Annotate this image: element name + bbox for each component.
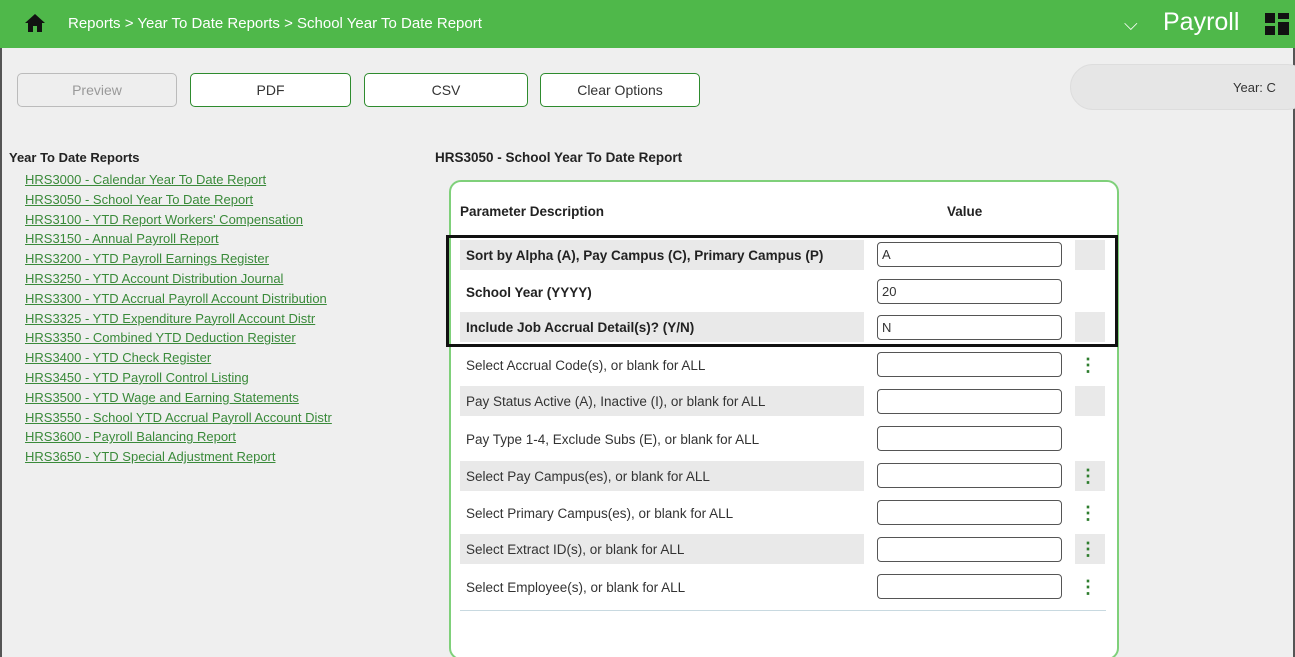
nav-link-hrs3000[interactable]: HRS3000 - Calendar Year To Date Report	[25, 170, 332, 190]
divider	[460, 610, 1106, 611]
nav-link-hrs3600[interactable]: HRS3600 - Payroll Balancing Report	[25, 427, 332, 447]
accrual-code-field[interactable]	[877, 352, 1062, 377]
param-label-pay-status: Pay Status Active (A), Inactive (I), or …	[460, 386, 864, 416]
chevron-down-icon[interactable]: ⌵	[1124, 14, 1138, 35]
param-label-employee: Select Employee(s), or blank for ALL	[466, 579, 686, 595]
nav-link-hrs3500[interactable]: HRS3500 - YTD Wage and Earning Statement…	[25, 388, 332, 408]
extract-id-field[interactable]	[877, 537, 1062, 562]
nav-link-hrs3200[interactable]: HRS3200 - YTD Payroll Earnings Register	[25, 249, 332, 269]
nav-link-hrs3650[interactable]: HRS3650 - YTD Special Adjustment Report	[25, 447, 332, 467]
nav-link-hrs3250[interactable]: HRS3250 - YTD Account Distribution Journ…	[25, 269, 332, 289]
param-label-extract-id: Select Extract ID(s), or blank for ALL	[460, 534, 864, 564]
nav-list: HRS3000 - Calendar Year To Date Report H…	[25, 170, 332, 467]
clear-options-button[interactable]: Clear Options	[540, 73, 700, 107]
more-options-icon[interactable]: ⋮	[1078, 503, 1098, 523]
more-options-icon[interactable]: ⋮	[1078, 577, 1098, 597]
nav-link-hrs3300[interactable]: HRS3300 - YTD Accrual Payroll Account Di…	[25, 289, 332, 309]
more-options-icon[interactable]: ⋮	[1078, 355, 1098, 375]
breadcrumb: Reports > Year To Date Reports > School …	[68, 15, 482, 32]
pay-type-field[interactable]	[877, 426, 1062, 451]
nav-link-hrs3450[interactable]: HRS3450 - YTD Payroll Control Listing	[25, 368, 332, 388]
home-icon[interactable]	[24, 12, 46, 34]
nav-link-hrs3550[interactable]: HRS3550 - School YTD Accrual Payroll Acc…	[25, 408, 332, 428]
nav-link-hrs3050[interactable]: HRS3050 - School Year To Date Report	[25, 190, 332, 210]
preview-button[interactable]: Preview	[17, 73, 177, 107]
param-label-primary-campus: Select Primary Campus(es), or blank for …	[466, 505, 734, 521]
param-label-pay-type: Pay Type 1-4, Exclude Subs (E), or blank…	[466, 431, 760, 447]
nav-link-hrs3100[interactable]: HRS3100 - YTD Report Workers' Compensati…	[25, 210, 332, 230]
pay-status-field[interactable]	[877, 389, 1062, 414]
param-label-pay-campus: Select Pay Campus(es), or blank for ALL	[460, 461, 864, 491]
nav-link-hrs3350[interactable]: HRS3350 - Combined YTD Deduction Registe…	[25, 328, 332, 348]
pdf-button[interactable]: PDF	[190, 73, 351, 107]
column-header-parameter: Parameter Description	[460, 204, 605, 219]
pay-campus-field[interactable]	[877, 463, 1062, 488]
form-title: HRS3050 - School Year To Date Report	[435, 150, 683, 165]
csv-button[interactable]: CSV	[364, 73, 528, 107]
nav-link-hrs3400[interactable]: HRS3400 - YTD Check Register	[25, 348, 332, 368]
more-options-icon[interactable]: ⋮	[1078, 466, 1098, 486]
param-label-accrual-code: Select Accrual Code(s), or blank for ALL	[466, 357, 706, 373]
nav-link-hrs3150[interactable]: HRS3150 - Annual Payroll Report	[25, 229, 332, 249]
employee-field[interactable]	[877, 574, 1062, 599]
top-bar: Reports > Year To Date Reports > School …	[0, 0, 1295, 48]
nav-link-hrs3325[interactable]: HRS3325 - YTD Expenditure Payroll Accoun…	[25, 309, 332, 329]
primary-campus-field[interactable]	[877, 500, 1062, 525]
highlight-box	[446, 235, 1118, 347]
column-header-value: Value	[947, 204, 983, 219]
row-side-cell	[1075, 386, 1105, 416]
year-label: Year: C	[1233, 80, 1276, 95]
app-grid-icon[interactable]	[1265, 13, 1289, 35]
app-title[interactable]: Payroll	[1163, 8, 1239, 37]
more-options-icon[interactable]: ⋮	[1078, 539, 1098, 559]
nav-title: Year To Date Reports	[9, 150, 140, 165]
